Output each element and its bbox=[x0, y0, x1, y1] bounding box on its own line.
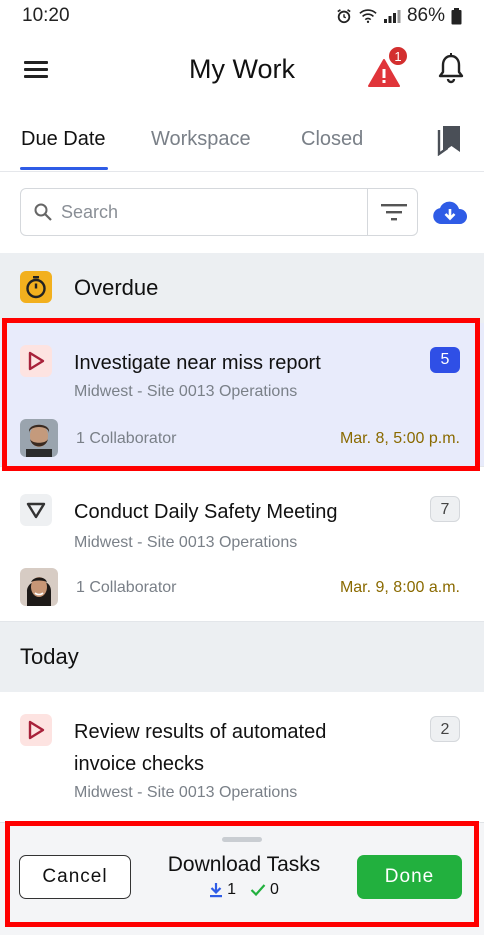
download-count: 1 bbox=[227, 881, 236, 898]
bookmark-icon[interactable] bbox=[436, 124, 464, 156]
done-count: 0 bbox=[270, 881, 279, 898]
search-row bbox=[0, 172, 484, 252]
sheet-title: Download Tasks bbox=[167, 853, 321, 876]
task-title: Investigate near miss report bbox=[74, 352, 321, 374]
task-item[interactable]: Review results of automated invoice chec… bbox=[0, 692, 484, 842]
cloud-download-icon[interactable] bbox=[432, 200, 468, 226]
task-location: Midwest - Site 0013 Operations bbox=[74, 383, 298, 400]
battery-percent: 86% bbox=[406, 5, 445, 26]
search-icon bbox=[34, 203, 52, 221]
play-triangle-icon bbox=[20, 345, 52, 377]
task-item[interactable]: Investigate near miss report 5 Midwest -… bbox=[0, 323, 484, 467]
task-location: Midwest - Site 0013 Operations bbox=[74, 534, 298, 551]
task-count-badge: 2 bbox=[430, 716, 460, 742]
task-title: Conduct Daily Safety Meeting bbox=[74, 501, 338, 523]
download-arrow-icon bbox=[210, 883, 223, 898]
down-triangle-icon bbox=[20, 494, 52, 526]
due-date: Mar. 9, 8:00 a.m. bbox=[339, 579, 460, 596]
download-tasks-sheet: Cancel Download Tasks 1 0 Done bbox=[0, 822, 484, 935]
status-bar: 10:20 86% bbox=[0, 0, 484, 32]
due-date: Mar. 8, 5:00 p.m. bbox=[339, 430, 460, 447]
alarm-icon bbox=[337, 9, 351, 24]
active-tab-indicator bbox=[20, 167, 108, 170]
download-stats: 1 0 bbox=[150, 881, 338, 899]
my-work-screen: 10:20 86% My Work 1 Due Date Workspace C… bbox=[0, 0, 484, 935]
page-title: My Work bbox=[189, 54, 295, 84]
avatar bbox=[20, 419, 58, 457]
status-time: 10:20 bbox=[22, 5, 70, 26]
done-button[interactable]: Done bbox=[357, 855, 462, 899]
done-stat: 0 bbox=[250, 881, 279, 899]
search-box bbox=[20, 188, 418, 236]
tab-workspace[interactable]: Workspace bbox=[151, 128, 251, 151]
tab-closed[interactable]: Closed bbox=[301, 128, 363, 151]
task-count-badge: 5 bbox=[430, 347, 460, 373]
download-stat: 1 bbox=[209, 881, 236, 899]
app-header: My Work 1 bbox=[0, 36, 484, 104]
search-input[interactable] bbox=[61, 197, 361, 227]
section-today: Today bbox=[0, 622, 484, 692]
wifi-icon bbox=[359, 9, 377, 24]
timer-icon bbox=[20, 271, 52, 303]
signal-icon bbox=[383, 10, 401, 23]
collaborator-count: 1 Collaborator bbox=[76, 579, 177, 596]
tab-due-date[interactable]: Due Date bbox=[21, 128, 106, 151]
filter-button[interactable] bbox=[367, 189, 419, 235]
alert-count-badge: 1 bbox=[388, 46, 408, 66]
status-icons: 86% bbox=[335, 5, 462, 27]
checkmark-icon bbox=[250, 884, 266, 897]
play-triangle-icon bbox=[20, 714, 52, 746]
cancel-button[interactable]: Cancel bbox=[19, 855, 131, 899]
task-count-badge: 7 bbox=[430, 496, 460, 522]
collaborator-count: 1 Collaborator bbox=[76, 430, 177, 447]
alerts-button[interactable]: 1 bbox=[368, 46, 408, 88]
section-title-overdue: Overdue bbox=[74, 275, 159, 300]
tab-bar: Due Date Workspace Closed bbox=[0, 110, 484, 172]
bell-icon[interactable] bbox=[436, 52, 466, 84]
filter-icon bbox=[381, 204, 407, 221]
task-title: Review results of automated invoice chec… bbox=[74, 721, 327, 775]
drag-handle[interactable] bbox=[222, 837, 262, 842]
section-title-today: Today bbox=[20, 644, 79, 669]
section-overdue: Overdue bbox=[0, 253, 484, 323]
avatar bbox=[20, 568, 58, 606]
task-item[interactable]: Conduct Daily Safety Meeting 7 Midwest -… bbox=[0, 472, 484, 622]
task-location: Midwest - Site 0013 Operations bbox=[74, 784, 298, 801]
battery-icon bbox=[451, 7, 462, 24]
